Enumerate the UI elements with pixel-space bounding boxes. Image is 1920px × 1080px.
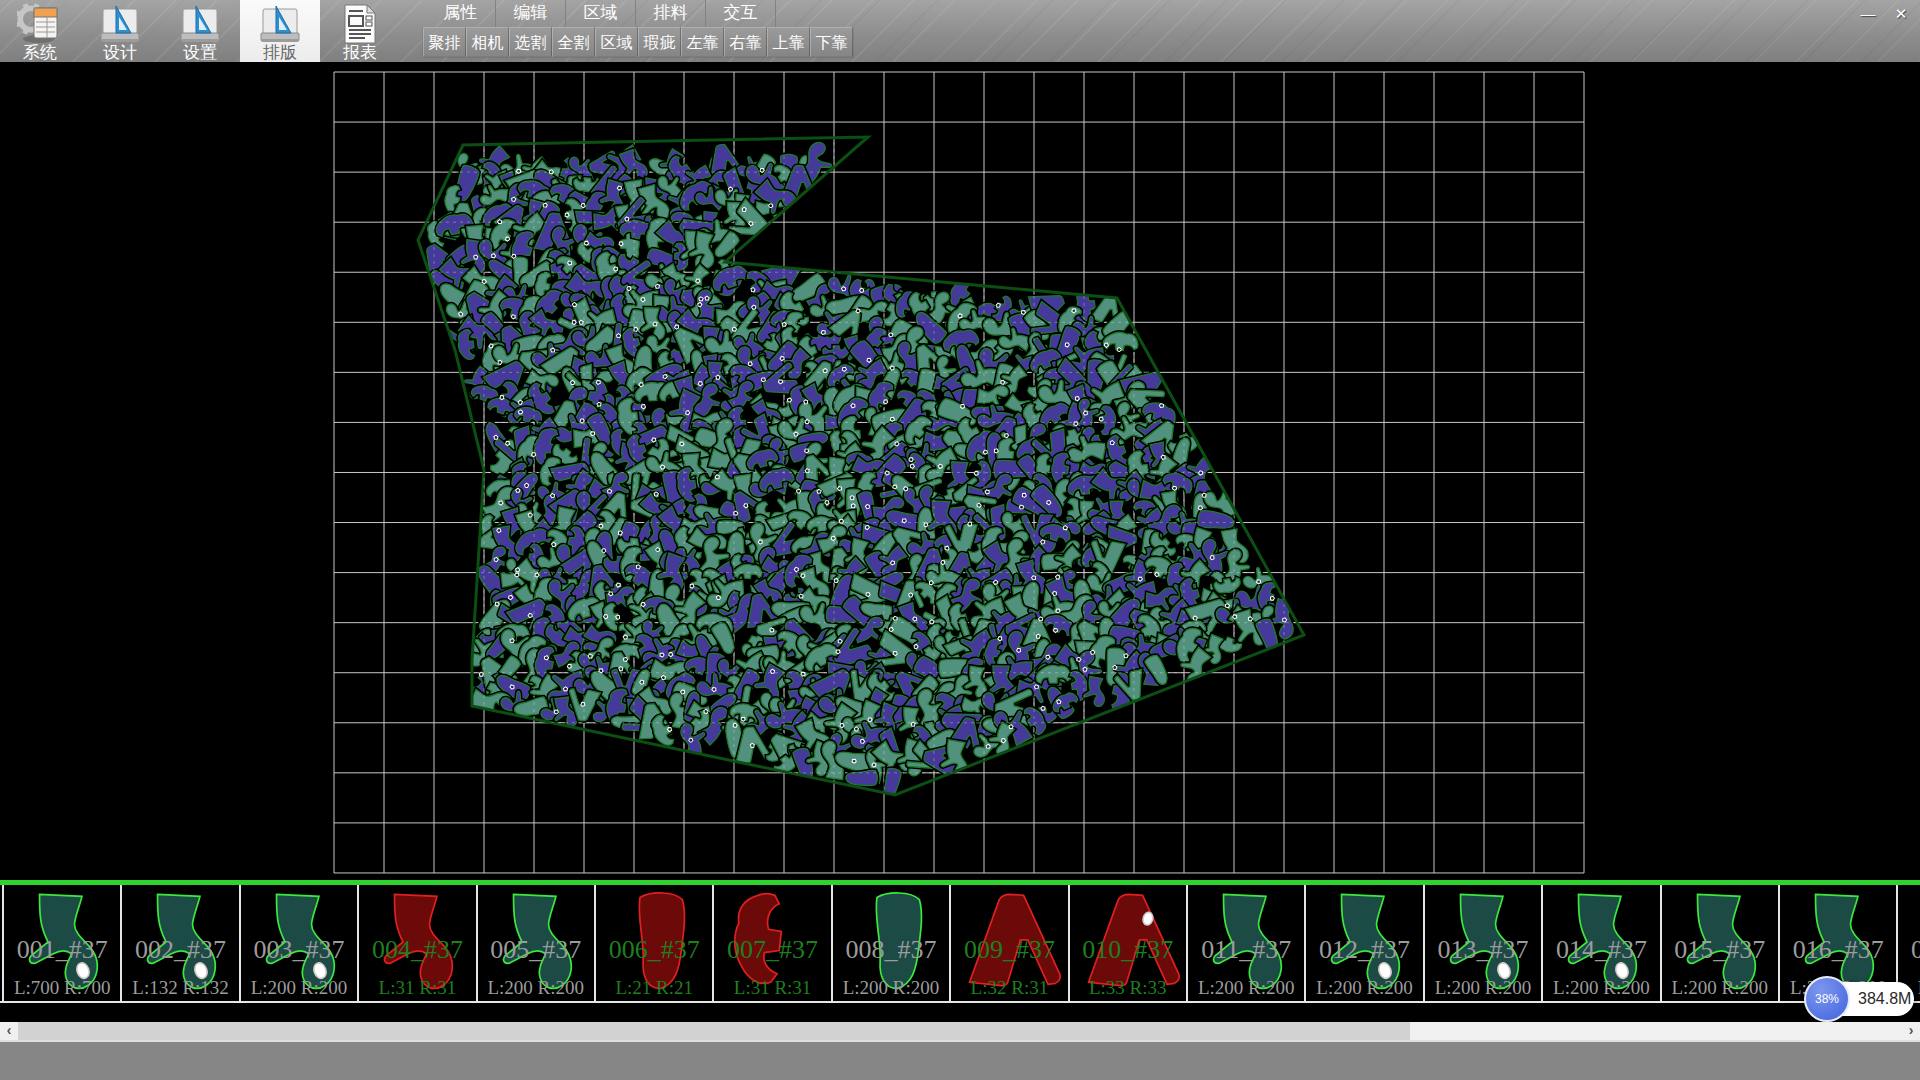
- piece-thumbnail[interactable]: 006_#37 L:21 R:21: [594, 885, 712, 1003]
- main-toolbar: 系统 设计 设置 排版 报表属性编辑区域排料交互聚排相机选割全割区域瑕疵左靠右靠…: [0, 0, 1920, 62]
- piece-lr-count: L:31 R:31: [359, 977, 475, 999]
- menu-tab[interactable]: 编辑: [496, 0, 566, 27]
- piece-thumbnail[interactable]: 004_#37 L:31 R:31: [357, 885, 475, 1003]
- piece-lr-count: L:200 R:200: [1662, 977, 1778, 999]
- scroll-right-button[interactable]: ›: [1902, 1022, 1920, 1040]
- piece-id: 004_#37: [359, 935, 475, 965]
- piece-thumbnail[interactable]: 014_#37 L:200 R:200: [1541, 885, 1659, 1003]
- piece-id: 013_#37: [1425, 935, 1541, 965]
- piece-lr-count: L:200 R:200: [241, 977, 357, 999]
- piece-thumbnail[interactable]: 013_#37 L:200 R:200: [1423, 885, 1541, 1003]
- tool-button[interactable]: 聚排: [423, 27, 466, 57]
- piece-id: 001_#37: [4, 935, 120, 965]
- piece-id: 006_#37: [596, 935, 712, 965]
- piece-lr-count: L:200 R:200: [478, 977, 594, 999]
- scrollbar-thumb[interactable]: [18, 1022, 1410, 1040]
- bigbutton-design-triangle[interactable]: 设计: [80, 0, 160, 62]
- bigbutton-label: 设计: [80, 45, 160, 61]
- piece-lr-count: L:32 R:31: [951, 977, 1067, 999]
- piece-id: 017_#37: [1898, 935, 1920, 965]
- piece-lr-count: L:200 R:200: [1306, 977, 1422, 999]
- scroll-left-button[interactable]: ‹: [0, 1022, 18, 1040]
- nesting-triangle-icon: [257, 3, 303, 45]
- report-doc-icon: [337, 3, 383, 45]
- tool-button[interactable]: 左靠: [681, 27, 724, 57]
- nesting-canvas[interactable]: [0, 62, 1920, 880]
- piece-id: 010_#37: [1070, 935, 1186, 965]
- menu-tab[interactable]: 排料: [636, 0, 706, 27]
- tool-button[interactable]: 区域: [595, 27, 638, 57]
- piece-lr-count: L:21 R:21: [596, 977, 712, 999]
- piece-id: 005_#37: [478, 935, 594, 965]
- piece-thumbnail[interactable]: 010_#37 L:33 R:33: [1068, 885, 1186, 1003]
- tool-button[interactable]: 相机: [466, 27, 509, 57]
- piece-id: 009_#37: [951, 935, 1067, 965]
- piece-thumbnail[interactable]: 007_#37 L:31 R:31: [712, 885, 830, 1003]
- settings-triangle-icon: [177, 3, 223, 45]
- bigbutton-system-gear[interactable]: 系统: [0, 0, 80, 62]
- piece-thumbnail[interactable]: 012_#37 L:200 R:200: [1304, 885, 1422, 1003]
- tool-button[interactable]: 下靠: [810, 27, 853, 57]
- close-button[interactable]: ✕: [1886, 3, 1916, 25]
- pieces-strip: 001_#37 L:700 R:700 002_#37 L:132 R:132 …: [0, 885, 1920, 1003]
- memory-badge: 38% 384.8M: [1806, 982, 1914, 1016]
- tool-button[interactable]: 全割: [552, 27, 595, 57]
- piece-id: 002_#37: [122, 935, 238, 965]
- piece-thumbnail[interactable]: 002_#37 L:132 R:132: [120, 885, 238, 1003]
- piece-id: 003_#37: [241, 935, 357, 965]
- piece-lr-count: L:200 R:200: [1188, 977, 1304, 999]
- bigbutton-nesting-triangle[interactable]: 排版: [240, 0, 320, 62]
- tool-button[interactable]: 瑕疵: [638, 27, 681, 57]
- menu-tab[interactable]: 属性: [426, 0, 496, 27]
- memory-label: 384.8M: [1858, 990, 1911, 1008]
- bigbutton-label: 系统: [0, 45, 80, 61]
- piece-lr-count: L:31 R:31: [714, 977, 830, 999]
- piece-id: 011_#37: [1188, 935, 1304, 965]
- piece-thumbnail[interactable]: 009_#37 L:32 R:31: [949, 885, 1067, 1003]
- piece-id: 008_#37: [833, 935, 949, 965]
- bigbutton-label: 报表: [320, 45, 400, 61]
- piece-lr-count: L:200 R:200: [833, 977, 949, 999]
- piece-id: 016_#37: [1780, 935, 1896, 965]
- system-gear-icon: [17, 3, 63, 45]
- piece-thumbnail[interactable]: 001_#37 L:700 R:700: [2, 885, 120, 1003]
- strip-bottom-border: [0, 1001, 1920, 1003]
- menu-tab[interactable]: 交互: [706, 0, 776, 27]
- window-bottom-area: [0, 1042, 1920, 1080]
- piece-thumbnail[interactable]: 008_#37 L:200 R:200: [831, 885, 949, 1003]
- tool-button[interactable]: 右靠: [724, 27, 767, 57]
- piece-lr-count: L:200 R:200: [1425, 977, 1541, 999]
- piece-lr-count: L:132 R:132: [122, 977, 238, 999]
- bigbutton-label: 排版: [240, 45, 320, 61]
- piece-id: 014_#37: [1543, 935, 1659, 965]
- tool-button[interactable]: 上靠: [767, 27, 810, 57]
- piece-thumbnail[interactable]: 005_#37 L:200 R:200: [476, 885, 594, 1003]
- piece-lr-count: L:200 R:200: [1543, 977, 1659, 999]
- bigbutton-label: 设置: [160, 45, 240, 61]
- percent-badge: 38%: [1804, 976, 1850, 1022]
- design-triangle-icon: [97, 3, 143, 45]
- piece-id: 012_#37: [1306, 935, 1422, 965]
- piece-thumbnail[interactable]: 003_#37 L:200 R:200: [239, 885, 357, 1003]
- piece-thumbnail[interactable]: 015_#37 L:200 R:200: [1660, 885, 1778, 1003]
- piece-id: 015_#37: [1662, 935, 1778, 965]
- horizontal-scrollbar[interactable]: ‹ ›: [0, 1022, 1920, 1040]
- piece-lr-count: L:700 R:700: [4, 977, 120, 999]
- bigbutton-report-doc[interactable]: 报表: [320, 0, 400, 62]
- minimize-button[interactable]: —: [1853, 3, 1883, 25]
- menu-tab[interactable]: 区域: [566, 0, 636, 27]
- piece-id: 007_#37: [714, 935, 830, 965]
- bigbutton-settings-triangle[interactable]: 设置: [160, 0, 240, 62]
- tool-button[interactable]: 选割: [509, 27, 552, 57]
- piece-lr-count: L:33 R:33: [1070, 977, 1186, 999]
- piece-thumbnail[interactable]: 011_#37 L:200 R:200: [1186, 885, 1304, 1003]
